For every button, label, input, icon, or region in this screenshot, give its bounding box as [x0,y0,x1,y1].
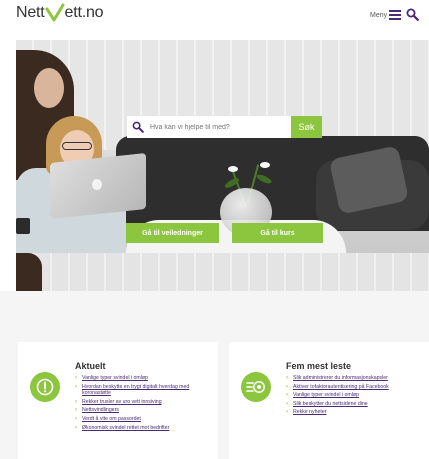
chevron-right-icon: › [286,400,288,407]
flower-petal [260,162,270,168]
search-input[interactable] [150,123,290,131]
hero-woman-face [34,68,64,108]
list-item-link[interactable]: Vanlige typer svindel i omløp [293,392,359,399]
logo-suffix: ett.no [64,4,104,21]
list-item-link[interactable]: Slik beskytter du nettsidene dine [293,401,368,408]
search-icon [132,121,144,133]
search-button[interactable]: Søk [291,116,322,138]
laptop-logo-icon [92,179,102,190]
list-item-link[interactable]: Rekke nyheter [293,409,326,416]
chevron-right-icon: › [286,392,288,399]
list-item[interactable]: › Nettsvindlingers [75,407,215,414]
card-title: Fem mest leste [286,361,352,371]
chevron-right-icon: › [75,424,77,431]
chevron-right-icon: › [75,407,77,414]
list-item-link[interactable]: Rekker trusler av uro vett innsiving [82,399,162,406]
list-item[interactable]: › Vanlige typer svindel i omløp [75,375,215,382]
chevron-right-icon: › [75,415,77,422]
logo-v-icon [45,3,65,22]
chevron-right-icon: › [75,375,77,381]
card-title: Aktuelt [75,361,106,371]
list-item-link[interactable]: Økonomisk svindel rettet mot bedrifter [82,425,169,432]
list-item-link[interactable]: Slik administrerer du informasjonskapsle… [293,375,388,382]
hamburger-icon[interactable] [389,10,401,20]
logo-prefix: Nett [16,4,45,21]
list-item[interactable]: › Vanlige typer svindel i omløp [286,392,426,399]
chevron-right-icon: › [75,383,77,390]
chevron-right-icon: › [286,375,288,381]
card-fem-mest-leste: Fem mest leste › Slik administrerer du in… [229,342,429,459]
list-item-link[interactable]: Vanlige typer svindel i omløp [82,375,148,382]
search-icon[interactable] [406,8,419,21]
search-box[interactable] [127,116,291,138]
list-item[interactable]: › Aktiver tofaktorautentisering på Facebo… [286,384,426,391]
flower-petal [228,166,238,172]
aktuelt-list: › Vanlige typer svindel i omløp › Hvordan … [75,375,215,433]
hero-mug [16,218,30,234]
menu-label[interactable]: Meny [370,12,387,19]
list-item-link[interactable]: Verdt å vite om passordet [82,416,141,423]
site-header: Nett ett.no Meny [0,0,429,40]
list-item[interactable]: › Hvordan beskytte en trygt digitalt hver… [75,384,215,397]
hero-banner [16,40,429,253]
chevron-right-icon: › [286,409,288,416]
list-item[interactable]: › Slik administrerer du informasjonskapsl… [286,375,426,382]
guides-button[interactable]: Gå til veiledninger [126,223,219,243]
strip-hair [16,253,42,291]
chevron-right-icon: › [286,383,288,390]
chevron-right-icon: › [75,398,77,405]
hero-girl-glasses [62,142,92,150]
exclamation-circle-icon [30,372,60,402]
list-item[interactable]: › Rekker trusler av uro vett innsiving [75,399,215,406]
list-item-link[interactable]: Nettsvindlingers [82,407,119,414]
list-item[interactable]: › Slik beskytter du nettsidene dine [286,401,426,408]
card-aktuelt: Aktuelt › Vanlige typer svindel i omløp ›… [18,342,218,459]
list-item-link[interactable]: Aktiver tofaktorautentisering på Faceboo… [293,384,389,391]
list-star-icon [241,372,271,402]
list-item[interactable]: › Økonomisk svindel rettet mot bedrifter [75,425,215,432]
list-item[interactable]: › Rekke nyheter [286,409,426,416]
secondary-image-strip [16,253,429,291]
list-item[interactable]: › Verdt å vite om passordet [75,416,215,423]
list-item-link[interactable]: Hvordan beskytte en trygt digitalt hverd… [82,384,215,397]
site-logo[interactable]: Nett ett.no [16,3,104,23]
fem-mest-leste-list: › Slik administrerer du informasjonskapsl… [286,375,426,418]
courses-button[interactable]: Gå til kurs [232,223,323,243]
